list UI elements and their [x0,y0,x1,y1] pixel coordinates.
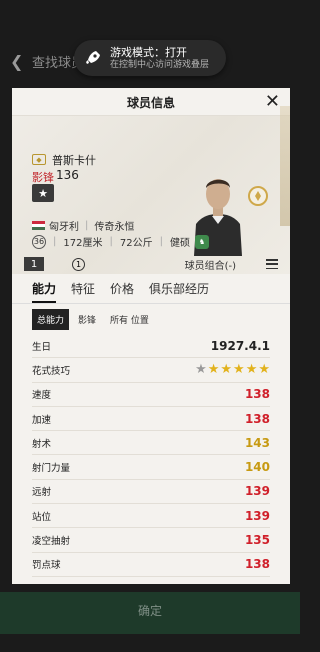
stat-value: 138 [244,411,270,426]
menu-icon[interactable] [266,259,278,269]
card-bottom-bar: 1 1 球员组合(-) [24,256,278,272]
stat-value: 131 [245,582,270,584]
stat-row: 射门力量 140 [32,455,270,480]
rocket-icon [82,47,104,69]
divider: | [109,236,113,247]
stat-row: 远射 139 [32,480,270,505]
birthday-value: 1927.4.1 [210,338,270,353]
ability-subtabs: 总能力 影锋 所有 位置 [12,304,290,334]
game-mode-toast: 游戏模式：打开 在控制中心访问游戏叠层 [74,40,226,76]
tab-price[interactable]: 价格 [110,280,134,303]
stats-list: 生日 1927.4.1 花式技巧 ★ ★ ★ ★ ★ ★ 速度 138 加速 138 射术 143 射… [12,334,290,584]
stat-row: 加速 138 [32,407,270,432]
foot-icon: ♞ [194,234,209,249]
star-filled-icon: ★ [233,362,245,378]
nation-row: 匈牙利 | 传奇永恒 [32,218,134,233]
info-tabs: 能力 特征 价格 俱乐部经历 [12,274,290,304]
age-badge: 36 [32,234,46,249]
stat-label: 罚点球 [32,560,61,572]
stat-value: 140 [244,460,270,475]
confirm-button[interactable]: 确定 [0,602,300,619]
star-filled-icon: ★ [207,362,220,378]
stat-label: 花式技巧 [32,365,71,377]
level-badge[interactable]: 1 [24,257,44,271]
nation-name: 匈牙利 [49,222,79,233]
stat-value: 138 [244,557,270,572]
player-rating: 136 [56,168,79,182]
player-card: ◆ 普斯卡什 影锋 136 ★ 匈牙利 | 传奇永恒 36 | 172厘米 | … [12,106,290,274]
tab-ability[interactable]: 能力 [32,280,57,303]
tab-club-history[interactable]: 俱乐部经历 [149,280,209,303]
stat-label: 射术 [32,438,52,450]
player-height: 172厘米 [63,238,103,249]
stat-row: 站位 139 [32,504,270,529]
stat-label: 远射 [32,487,52,499]
stat-row: 短传 131 [32,577,270,584]
toast-title: 游戏模式：打开 [110,45,187,59]
stat-value: 143 [244,435,270,450]
stat-label: 短传 [32,582,51,584]
stat-label: 凌空抽射 [32,536,71,548]
player-position: 影锋 [32,171,54,184]
close-icon[interactable]: ✕ [265,91,280,112]
coin-icon: 1 [72,257,85,271]
divider: | [85,220,89,231]
stat-value: 138 [244,387,270,402]
stat-row-birthday: 生日 1927.4.1 [32,334,270,359]
player-body-type: 健硕 [169,238,190,249]
stat-label: 站位 [32,511,52,523]
player-weight: 72公斤 [119,238,153,249]
stat-row: 罚点球 138 [32,553,270,577]
star-filled-icon: ★ [258,362,270,378]
legend-emblem-icon [248,186,268,206]
star-filled-icon: ★ [220,362,233,378]
modal-header: 球员信息 ✕ [12,88,290,116]
subtab-overall[interactable]: 总能力 [32,308,70,330]
stat-row: 凌空抽射 135 [32,528,270,553]
stat-label: 射门力量 [32,463,71,475]
icon-card-badge-icon: ◆ [32,154,46,165]
stat-value: 135 [244,533,270,548]
stat-label: 加速 [32,414,52,426]
divider: | [53,236,57,247]
card-decoration [280,106,290,226]
stat-row-skill-moves: 花式技巧 ★ ★ ★ ★ ★ ★ [32,358,270,383]
skill-stars: ★ ★ ★ ★ ★ ★ [195,362,270,377]
player-name: 普斯卡什 [52,154,96,167]
stat-row: 速度 138 [32,383,270,407]
stat-label: 速度 [32,390,52,402]
attribute-row: 36 | 172厘米 | 72公斤 | 健硕 ♞ [32,234,209,249]
subtab-position[interactable]: 影锋 [73,309,101,330]
stat-label: 生日 [32,341,52,353]
stat-row: 射术 143 [32,431,270,456]
stat-value: 139 [244,508,270,523]
star-empty-icon: ★ [195,362,207,378]
stat-value: 139 [244,484,270,499]
player-info-modal: 球员信息 ✕ ◆ 普斯卡什 影锋 136 ★ 匈牙利 | 传奇永恒 36 | 1… [12,88,290,584]
team-chemistry-label: 球员组合(-) [184,260,236,272]
divider: | [159,236,163,247]
hungary-flag-icon [32,221,45,230]
tab-traits[interactable]: 特征 [71,280,95,303]
star-icon: ★ [32,184,54,202]
subtab-all-positions[interactable]: 所有 位置 [105,309,154,330]
back-arrow-icon[interactable]: ❮ [10,52,23,71]
star-filled-icon: ★ [245,362,258,378]
toast-subtitle: 在控制中心访问游戏叠层 [110,59,210,70]
league-name: 传奇永恒 [94,222,135,233]
modal-title: 球员信息 [126,96,175,110]
